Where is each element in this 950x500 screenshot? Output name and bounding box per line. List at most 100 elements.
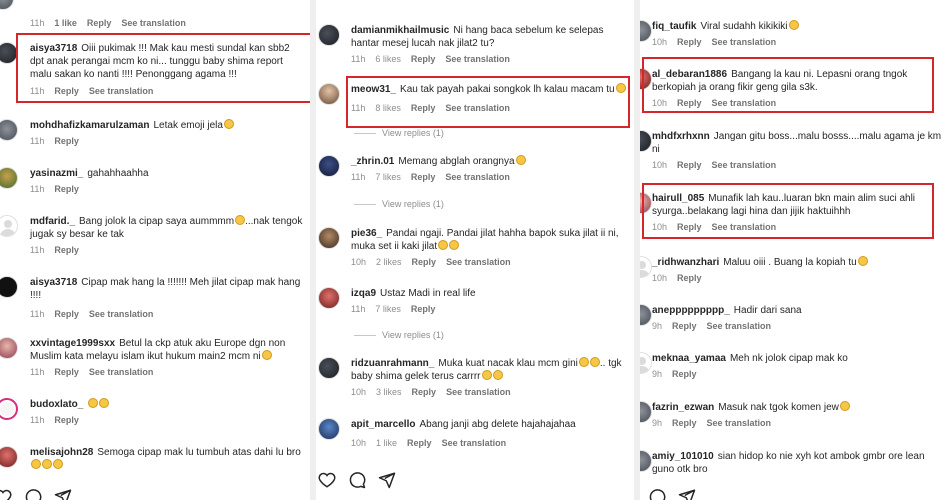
avatar[interactable] <box>318 83 340 105</box>
heart-icon[interactable] <box>0 488 12 500</box>
reply-button[interactable]: Reply <box>54 135 79 148</box>
reply-button[interactable]: Reply <box>54 308 79 321</box>
reply-button[interactable]: Reply <box>411 53 436 66</box>
see-translation-button[interactable]: See translation <box>707 320 772 333</box>
avatar[interactable] <box>318 287 340 309</box>
comment-username[interactable]: aneppppppppp_ <box>652 305 730 316</box>
comment-username[interactable]: izqa9 <box>351 288 376 299</box>
see-translation-button[interactable]: See translation <box>445 102 510 115</box>
comment-username[interactable]: _zhrin.01 <box>351 156 394 167</box>
reply-button[interactable]: Reply <box>677 159 702 172</box>
avatar[interactable] <box>640 256 652 278</box>
avatar[interactable] <box>0 119 18 141</box>
comment-username[interactable]: mhdfxrhxnn <box>652 131 710 142</box>
see-translation-button[interactable]: See translation <box>446 386 511 399</box>
reply-button[interactable]: Reply <box>54 244 79 257</box>
see-translation-button[interactable]: See translation <box>121 17 186 30</box>
likes-count[interactable]: 3 likes <box>376 386 402 399</box>
share-icon[interactable] <box>378 471 396 489</box>
see-translation-button[interactable]: See translation <box>89 366 154 379</box>
reply-button[interactable]: Reply <box>54 85 79 98</box>
see-translation-button[interactable]: See translation <box>89 85 154 98</box>
comment-icon[interactable] <box>348 471 366 489</box>
comment-username[interactable]: aisya3718 <box>30 277 77 288</box>
likes-count[interactable]: 7 likes <box>375 303 401 316</box>
likes-count[interactable]: 1 like <box>376 437 397 450</box>
see-translation-button[interactable]: See translation <box>712 159 777 172</box>
likes-count[interactable]: 1 like <box>54 17 77 30</box>
avatar[interactable] <box>318 418 340 440</box>
reply-button[interactable]: Reply <box>411 102 436 115</box>
reply-button[interactable]: Reply <box>672 368 697 381</box>
comment-username[interactable]: damianmikhailmusic <box>351 25 449 36</box>
comment-username[interactable]: meow31_ <box>351 84 396 95</box>
reply-button[interactable]: Reply <box>54 183 79 196</box>
reply-button[interactable]: Reply <box>672 320 697 333</box>
comment-icon[interactable] <box>648 488 666 500</box>
reply-button[interactable]: Reply <box>677 221 702 234</box>
avatar[interactable] <box>318 24 340 46</box>
see-translation-button[interactable]: See translation <box>89 308 154 321</box>
share-icon[interactable] <box>54 488 72 500</box>
avatar[interactable] <box>640 20 652 42</box>
see-translation-button[interactable]: See translation <box>712 221 777 234</box>
see-translation-button[interactable]: See translation <box>446 256 511 269</box>
view-replies-button[interactable]: View replies (1) <box>354 330 444 340</box>
avatar[interactable] <box>640 68 652 90</box>
comment-username[interactable]: mohdhafizkamarulzaman <box>30 120 149 131</box>
comment-username[interactable]: hairull_085 <box>652 193 704 204</box>
see-translation-button[interactable]: See translation <box>712 36 777 49</box>
comment-username[interactable]: budoxlato_ <box>30 399 83 410</box>
reply-button[interactable]: Reply <box>54 414 79 427</box>
reply-button[interactable]: Reply <box>87 17 112 30</box>
comment-username[interactable]: pie36_ <box>351 228 382 239</box>
see-translation-button[interactable]: See translation <box>712 97 777 110</box>
avatar[interactable] <box>0 276 18 298</box>
comment-username[interactable]: mdfarid._ <box>30 216 75 227</box>
avatar[interactable] <box>318 227 340 249</box>
see-translation-button[interactable]: See translation <box>442 437 507 450</box>
avatar[interactable] <box>0 398 18 420</box>
avatar[interactable] <box>318 357 340 379</box>
avatar[interactable] <box>0 42 18 64</box>
reply-button[interactable]: Reply <box>411 171 436 184</box>
comment-username[interactable]: amiy_101010 <box>652 451 714 462</box>
comment-username[interactable]: yasinazmi_ <box>30 168 83 179</box>
view-replies-button[interactable]: View replies (1) <box>354 199 444 209</box>
comment-username[interactable]: al_debaran1886 <box>652 69 727 80</box>
likes-count[interactable]: 8 likes <box>375 102 401 115</box>
reply-button[interactable]: Reply <box>407 437 432 450</box>
reply-button[interactable]: Reply <box>412 386 437 399</box>
avatar[interactable] <box>640 130 652 152</box>
comment-username[interactable]: _ridhwanzhari <box>652 257 719 268</box>
comment-username[interactable]: xxvintage1999sxx <box>30 338 115 349</box>
see-translation-button[interactable]: See translation <box>445 53 510 66</box>
reply-button[interactable]: Reply <box>677 36 702 49</box>
reply-button[interactable]: Reply <box>677 272 702 285</box>
avatar[interactable] <box>640 304 652 326</box>
reply-button[interactable]: Reply <box>411 303 436 316</box>
comment-icon[interactable] <box>24 488 42 500</box>
avatar[interactable] <box>640 450 652 472</box>
reply-button[interactable]: Reply <box>54 366 79 379</box>
see-translation-button[interactable]: See translation <box>445 171 510 184</box>
avatar[interactable] <box>640 401 652 423</box>
avatar[interactable] <box>640 192 652 214</box>
comment-username[interactable]: fazrin_ezwan <box>652 402 714 413</box>
likes-count[interactable]: 6 likes <box>375 53 401 66</box>
reply-button[interactable]: Reply <box>677 97 702 110</box>
comment-username[interactable]: apit_marcello <box>351 419 415 430</box>
avatar[interactable] <box>0 167 18 189</box>
comment-username[interactable]: aisya3718 <box>30 43 77 54</box>
reply-button[interactable]: Reply <box>412 256 437 269</box>
avatar[interactable] <box>0 215 18 237</box>
comment-username[interactable]: melisajohn28 <box>30 447 93 458</box>
share-icon[interactable] <box>678 488 696 500</box>
comment-username[interactable]: ridzuanrahmann_ <box>351 358 434 369</box>
reply-button[interactable]: Reply <box>672 417 697 430</box>
see-translation-button[interactable]: See translation <box>707 417 772 430</box>
avatar[interactable] <box>0 0 14 10</box>
avatar[interactable] <box>640 352 652 374</box>
comment-username[interactable]: fiq_taufik <box>652 21 696 32</box>
view-replies-button[interactable]: View replies (1) <box>354 128 444 138</box>
